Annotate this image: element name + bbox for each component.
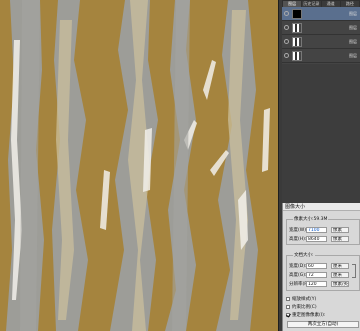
eye-icon[interactable] [284,25,289,30]
resample-checkbox[interactable]: 重定图像像素(I): [286,312,325,318]
height-label: 高度(H): [289,236,307,242]
layer-label: 图层 [349,52,357,58]
doc-height-unit-select[interactable]: 厘米 [331,271,349,278]
height-row: 高度(H): 8640 像素 [289,235,349,242]
checkbox-icon [286,305,290,309]
doc-width-unit-select[interactable]: 厘米 [331,262,349,269]
doc-height-label: 高度(G): [289,272,307,278]
doc-height-row: 高度(G): 72 厘米 [289,271,349,278]
layers-panel-tabs: 图层 历史记录 通道 路径 [282,0,360,7]
layer-label: 图层 [349,38,357,44]
eye-icon[interactable] [284,53,289,58]
resolution-unit-select[interactable]: 像素/英寸 [331,280,349,287]
resolution-row: 分辨率(R): 120 像素/英寸 [289,280,349,287]
canvas-artwork [0,0,278,331]
doc-width-label: 宽度(D): [289,263,307,269]
document-size-group: 文档大小: 宽度(D): 60 厘米 高度(G): 72 厘米 分辨率(R): … [286,252,360,291]
eye-icon[interactable] [284,11,289,16]
resample-method-select[interactable]: 两次立方(自动) [287,321,359,328]
layer-row[interactable]: 图层 [282,7,360,21]
layer-thumbnail [292,50,302,61]
layers-panel: 图层 历史记录 通道 路径 图层 图层 图层 图层 [282,0,360,203]
layers-panel-empty-area [282,64,360,203]
doc-height-input[interactable]: 72 [306,271,327,278]
document-canvas[interactable] [0,0,278,331]
scale-styles-checkbox[interactable]: 缩放样式(Y) [286,296,316,302]
constrain-proportions-label: 约束比例(C) [292,305,317,310]
resample-label: 重定图像像素(I): [292,313,326,318]
photoshop-window: 图层 历史记录 通道 路径 图层 图层 图层 图层 图像大小 像素大小:59.3… [0,0,360,331]
constrain-proportions-checkbox[interactable]: 约束比例(C) [286,304,317,310]
width-input[interactable]: 7100 [306,226,327,233]
height-input[interactable]: 8640 [306,235,327,242]
constrain-link-icon [352,264,356,278]
image-size-dialog: 图像大小 像素大小:59.3M 宽度(W): 7100 像素 高度(H): 86… [282,203,360,331]
layer-row[interactable]: 图层 [282,35,360,49]
checkbox-icon [286,297,290,301]
layer-label: 图层 [349,10,357,16]
pixel-dimensions-label: 像素大小:59.3M [293,216,329,222]
dialog-title: 图像大小 [283,203,360,211]
doc-width-row: 宽度(D): 60 厘米 [289,262,349,269]
width-label: 宽度(W): [289,227,308,233]
scale-styles-label: 缩放样式(Y) [292,297,317,302]
doc-width-input[interactable]: 60 [306,262,327,269]
layer-row[interactable]: 图层 [282,21,360,35]
resolution-label: 分辨率(R): [289,281,311,287]
layer-thumbnail [292,36,302,47]
width-row: 宽度(W): 7100 像素 [289,226,349,233]
width-unit-select[interactable]: 像素 [331,226,349,233]
layer-row[interactable]: 图层 [282,49,360,63]
eye-icon[interactable] [284,39,289,44]
layer-thumbnail [292,22,302,33]
document-size-label: 文档大小: [293,252,315,258]
pixel-dimensions-group: 像素大小:59.3M 宽度(W): 7100 像素 高度(H): 8640 像素 [286,216,360,245]
resolution-input[interactable]: 120 [306,280,327,287]
checkmark-icon [286,313,290,317]
layer-thumbnail [292,8,302,19]
layer-label: 图层 [349,24,357,30]
height-unit-select[interactable]: 像素 [331,235,349,242]
